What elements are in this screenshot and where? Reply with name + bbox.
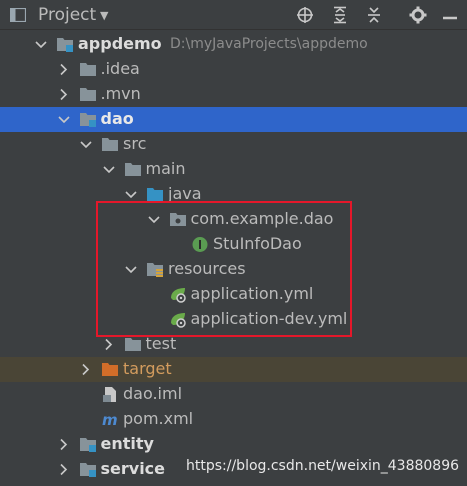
tree-item-label: .mvn [100,84,141,103]
chevron-down-icon[interactable] [124,182,138,207]
tree-item-label: test [145,334,177,353]
tree-item-label: application.yml [190,284,314,303]
expand-all-icon[interactable] [331,6,349,24]
tree-item-label: entity [100,434,154,453]
module-folder-icon [79,461,97,478]
source-folder-icon [146,186,164,203]
tree-item-label: appdemo [78,34,162,53]
tree-row[interactable]: entity [0,432,467,457]
module-folder-icon [79,111,97,128]
tree-row[interactable]: resources [0,257,467,282]
folder-icon [79,61,97,78]
chevron-down-icon[interactable] [102,157,116,182]
module-folder-icon [79,436,97,453]
chevron-right-icon[interactable] [57,432,71,457]
module-folder-icon [56,36,74,53]
iml-file-icon [101,386,119,403]
chevron-right-icon[interactable] [57,82,71,107]
spring-config-icon [169,311,187,328]
hide-icon[interactable] [441,6,459,24]
tree-row[interactable]: application.yml [0,282,467,307]
chevron-down-icon[interactable] [57,107,71,132]
tree-item-label: com.example.dao [190,209,334,228]
svg-text:m: m [102,411,118,428]
tree-item-label: pom.xml [123,409,194,428]
tree-row[interactable]: .idea [0,57,467,82]
chevron-right-icon[interactable] [102,332,116,357]
spring-config-icon [169,286,187,303]
tree-row[interactable]: com.example.dao [0,207,467,232]
tree-item-label: StuInfoDao [213,234,302,253]
package-icon [169,211,187,228]
tree-item-label: application-dev.yml [190,309,348,328]
tree-item-label: main [145,159,186,178]
chevron-down-icon[interactable] [79,132,93,157]
tree-row[interactable]: dao.iml [0,382,467,407]
chevron-down-icon[interactable] [124,257,138,282]
project-tree: appdemo D:\myJavaProjects\appdemo .idea .mv… [0,32,467,482]
tool-window-title[interactable]: Project [38,5,96,25]
module-path: D:\myJavaProjects\appdemo [170,36,368,52]
chevron-down-icon[interactable] [147,207,161,232]
folder-icon [124,336,142,353]
tree-row[interactable]: dao [0,107,467,132]
tree-row[interactable]: test [0,332,467,357]
settings-icon[interactable] [409,6,427,24]
maven-icon: m [101,411,119,429]
resources-folder-icon [146,261,164,278]
tree-item-label: java [168,184,202,203]
locate-icon[interactable] [296,6,314,24]
chevron-down-icon[interactable]: ▼ [100,9,108,22]
tree-item-label: src [123,134,147,153]
excluded-folder-icon [101,361,119,378]
tree-item-label: .idea [100,59,140,78]
chevron-right-icon[interactable] [57,57,71,82]
chevron-right-icon[interactable] [57,457,71,482]
folder-icon [101,136,119,153]
tree-row[interactable]: target [0,357,467,382]
project-tool-window-header: Project ▼ [0,0,467,30]
folder-icon [79,86,97,103]
chevron-down-icon[interactable] [34,32,48,57]
watermark: https://blog.csdn.net/weixin_43880896 [186,458,460,474]
tree-item-label: dao.iml [123,384,183,403]
interface-icon [191,236,209,253]
tree-row[interactable]: StuInfoDao [0,232,467,257]
tree-row[interactable]: m pom.xml [0,407,467,432]
tree-item-label: dao [100,109,134,128]
tree-row[interactable]: src [0,132,467,157]
tree-row[interactable]: java [0,182,467,207]
tree-item-label: resources [168,259,246,278]
project-icon [10,8,26,22]
tree-row[interactable]: .mvn [0,82,467,107]
tree-item-label: target [123,359,172,378]
tree-item-label: service [100,459,166,478]
tree-row[interactable]: application-dev.yml [0,307,467,332]
chevron-right-icon[interactable] [79,357,93,382]
tree-row[interactable]: appdemo D:\myJavaProjects\appdemo [0,32,467,57]
tree-row[interactable]: main [0,157,467,182]
collapse-all-icon[interactable] [365,6,383,24]
folder-icon [124,161,142,178]
